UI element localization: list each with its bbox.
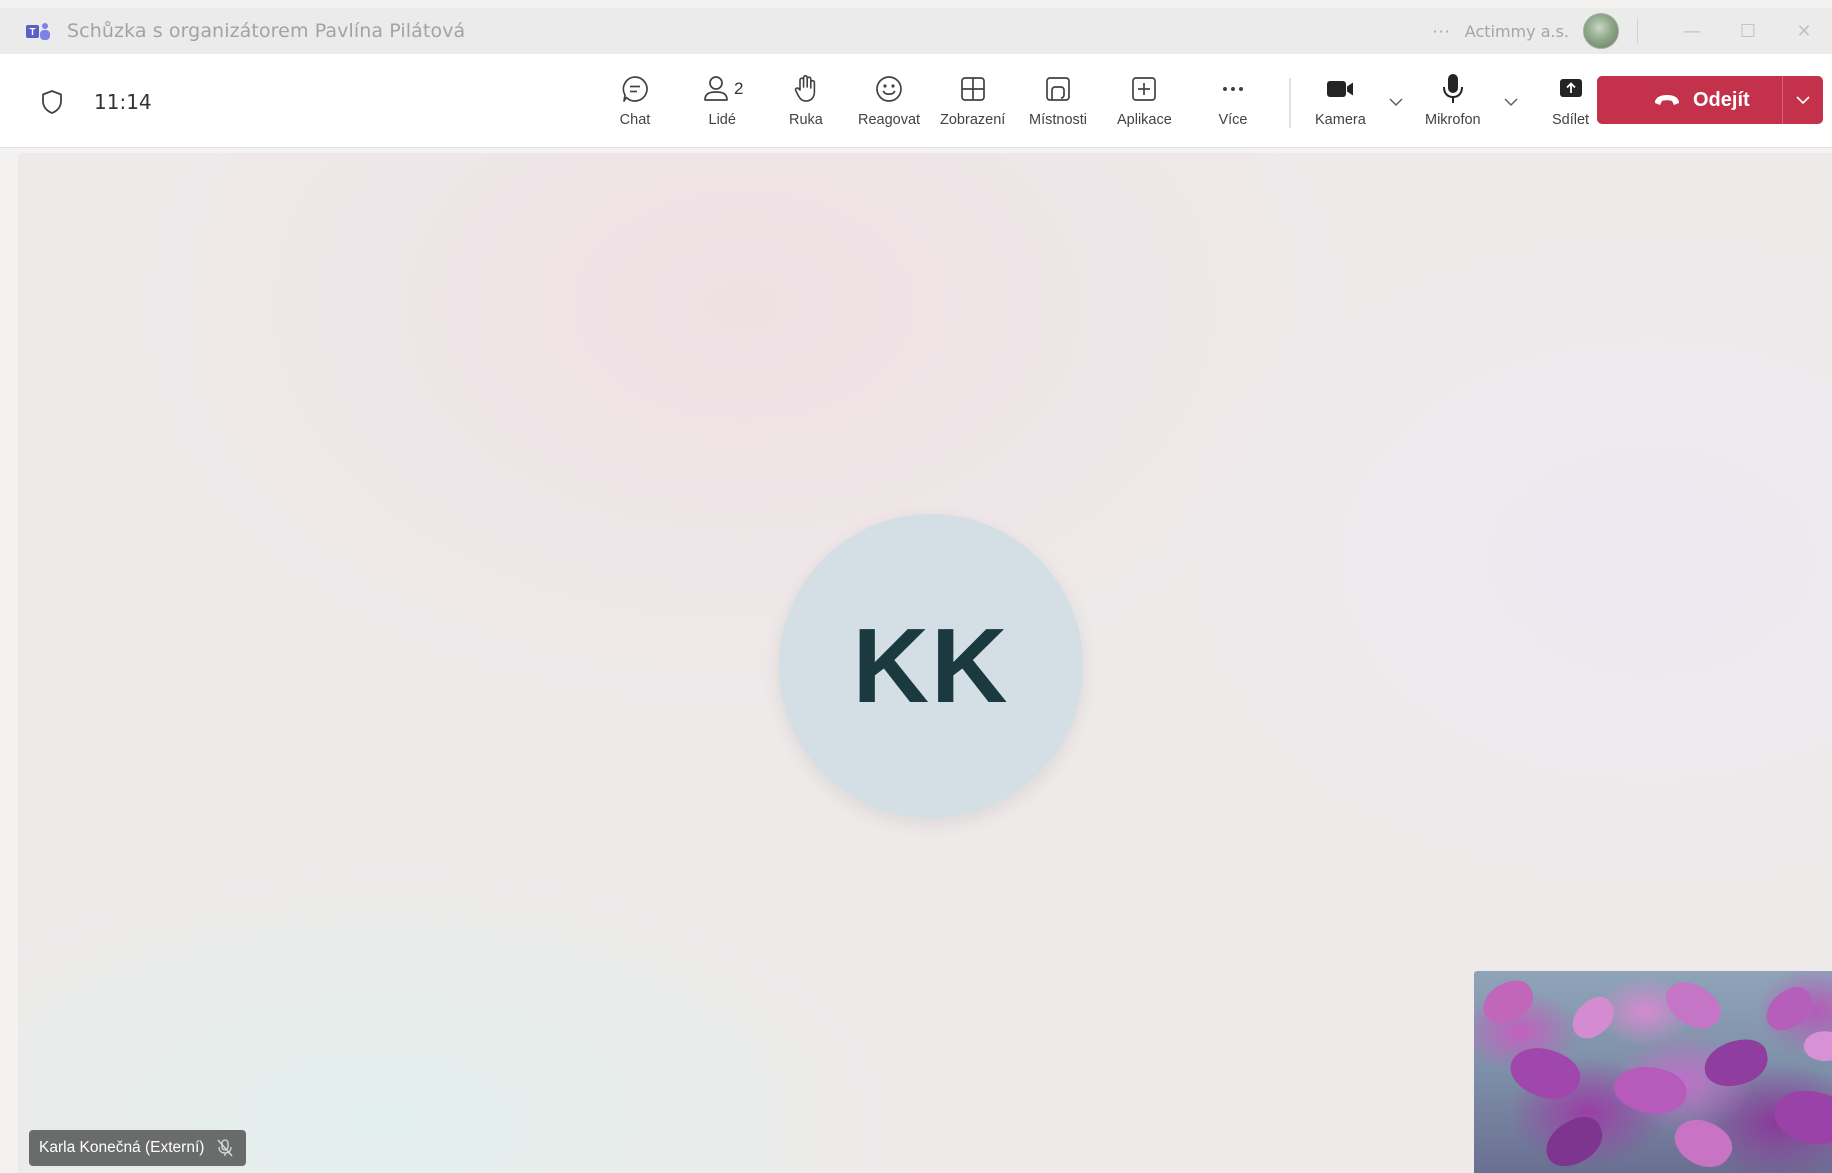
- title-bar: T Schůzka s organizátorem Pavlína Piláto…: [0, 8, 1832, 54]
- camera-options-chevron-icon[interactable]: [1386, 92, 1406, 112]
- raise-hand-button[interactable]: Ruka: [789, 72, 823, 134]
- minimize-button[interactable]: —: [1664, 8, 1720, 54]
- teams-meeting-window: T Schůzka s organizátorem Pavlína Piláto…: [0, 0, 1832, 1173]
- view-label: Zobrazení: [940, 112, 1006, 128]
- microphone-button[interactable]: Mikrofon: [1425, 72, 1481, 134]
- people-button[interactable]: 2 Lidé: [701, 72, 743, 134]
- chat-label: Chat: [619, 112, 651, 128]
- leave-options-button[interactable]: [1783, 76, 1823, 124]
- more-button[interactable]: Více: [1217, 72, 1249, 134]
- add-app-icon: [1132, 77, 1157, 101]
- more-options-button[interactable]: ···: [1433, 22, 1451, 41]
- apps-button[interactable]: Aplikace: [1117, 72, 1172, 134]
- hand-icon: [794, 74, 816, 102]
- smiley-icon: [876, 76, 902, 102]
- window-title: Schůzka s organizátorem Pavlína Pilátová: [67, 20, 466, 42]
- close-button[interactable]: ✕: [1776, 8, 1832, 54]
- people-count: 2: [734, 79, 744, 98]
- camera-icon: [1327, 81, 1354, 97]
- microphone-options-chevron-icon[interactable]: [1501, 92, 1521, 112]
- people-label: Lidé: [708, 112, 736, 128]
- hang-up-icon: [1655, 95, 1679, 105]
- react-button[interactable]: Reagovat: [858, 72, 920, 134]
- chevron-down-icon: [1796, 96, 1810, 105]
- meeting-toolbar: 11:14 Chat 2 Lidé Ruka Reagovat Zobrazen…: [0, 54, 1832, 148]
- participant-avatar[interactable]: KK: [779, 514, 1083, 818]
- camera-label: Kamera: [1315, 112, 1366, 128]
- chat-button[interactable]: Chat: [619, 72, 651, 134]
- leave-button[interactable]: Odejít: [1597, 76, 1782, 124]
- apps-label: Aplikace: [1117, 112, 1172, 128]
- toolbar-separator: [1289, 78, 1291, 128]
- microphone-icon: [1442, 74, 1463, 103]
- maximize-button[interactable]: ☐: [1720, 8, 1776, 54]
- self-view-video[interactable]: [1474, 971, 1832, 1173]
- participant-name-tag: Karla Konečná (Externí): [29, 1130, 247, 1166]
- breakout-rooms-icon: [1046, 77, 1070, 101]
- camera-button[interactable]: Kamera: [1315, 72, 1366, 134]
- title-separator: [1637, 18, 1638, 44]
- meeting-timer: 11:14: [94, 90, 152, 114]
- profile-avatar[interactable]: [1583, 13, 1619, 49]
- view-button[interactable]: Zobrazení: [940, 72, 1005, 134]
- chat-icon: [622, 76, 648, 102]
- svg-text:T: T: [29, 27, 35, 38]
- more-dots-icon: [1223, 87, 1243, 91]
- people-icon: [704, 76, 728, 101]
- share-button[interactable]: Sdílet: [1552, 72, 1589, 134]
- share-label: Sdílet: [1552, 112, 1590, 128]
- grid-view-icon: [960, 77, 985, 101]
- microphone-label: Mikrofon: [1425, 112, 1481, 128]
- rooms-label: Místnosti: [1029, 112, 1088, 128]
- leave-button-group: Odejít: [1597, 76, 1823, 124]
- hand-label: Ruka: [789, 112, 823, 128]
- organization-name[interactable]: Actimmy a.s.: [1465, 22, 1569, 41]
- share-screen-icon: [1559, 79, 1582, 97]
- participant-name: Karla Konečná (Externí): [39, 1139, 205, 1156]
- shield-icon[interactable]: [40, 89, 64, 115]
- rooms-button[interactable]: Místnosti: [1029, 72, 1087, 134]
- more-label: Více: [1218, 112, 1248, 128]
- mic-off-icon: [217, 1139, 233, 1157]
- react-label: Reagovat: [858, 112, 921, 128]
- teams-logo-icon: T: [26, 23, 50, 40]
- participant-initials: KK: [852, 606, 1010, 725]
- meeting-stage: KK Karla Konečná (Externí): [18, 153, 1832, 1173]
- leave-label: Odejít: [1693, 88, 1750, 111]
